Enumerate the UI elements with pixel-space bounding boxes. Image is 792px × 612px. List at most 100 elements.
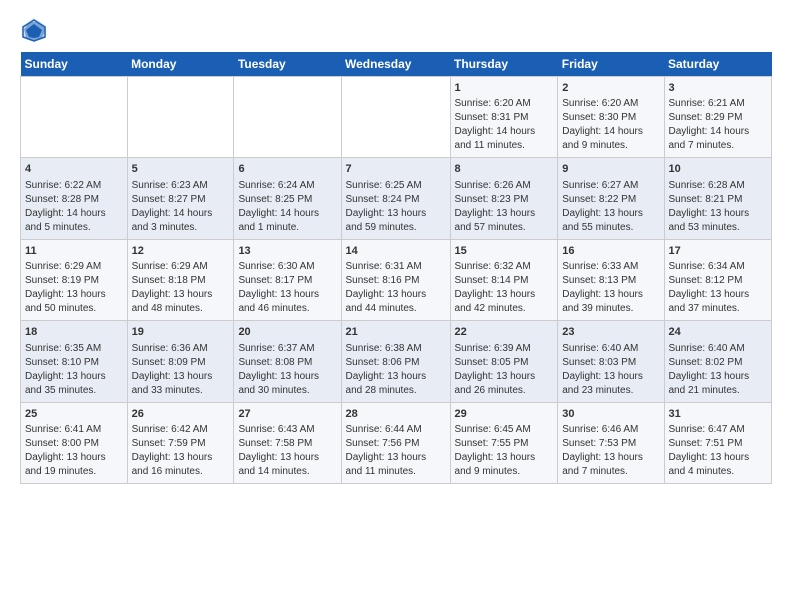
- calendar-cell: 15Sunrise: 6:32 AMSunset: 8:14 PMDayligh…: [450, 239, 558, 320]
- calendar-cell: 17Sunrise: 6:34 AMSunset: 8:12 PMDayligh…: [664, 239, 772, 320]
- calendar-cell: 9Sunrise: 6:27 AMSunset: 8:22 PMDaylight…: [558, 158, 664, 239]
- day-number: 28: [346, 407, 446, 422]
- day-number: 4: [25, 162, 123, 177]
- day-info: Sunrise: 6:28 AM: [669, 179, 768, 193]
- day-number: 29: [455, 407, 554, 422]
- day-number: 3: [669, 81, 768, 96]
- day-info: Sunrise: 6:37 AM: [238, 342, 336, 356]
- day-number: 13: [238, 244, 336, 259]
- day-number: 22: [455, 325, 554, 340]
- day-info: Sunset: 8:12 PM: [669, 274, 768, 288]
- day-info: Sunrise: 6:20 AM: [455, 97, 554, 111]
- day-info: Sunrise: 6:21 AM: [669, 97, 768, 111]
- calendar-cell: 10Sunrise: 6:28 AMSunset: 8:21 PMDayligh…: [664, 158, 772, 239]
- day-number: 2: [562, 81, 659, 96]
- calendar-cell: 21Sunrise: 6:38 AMSunset: 8:06 PMDayligh…: [341, 321, 450, 402]
- calendar-cell: 3Sunrise: 6:21 AMSunset: 8:29 PMDaylight…: [664, 77, 772, 158]
- header-day-wednesday: Wednesday: [341, 52, 450, 77]
- day-info: Daylight: 13 hours and 44 minutes.: [346, 288, 446, 316]
- day-info: Sunset: 7:55 PM: [455, 437, 554, 451]
- day-number: 12: [132, 244, 230, 259]
- day-info: Daylight: 13 hours and 59 minutes.: [346, 207, 446, 235]
- day-info: Sunset: 8:24 PM: [346, 193, 446, 207]
- day-info: Daylight: 13 hours and 42 minutes.: [455, 288, 554, 316]
- day-info: Sunset: 8:09 PM: [132, 356, 230, 370]
- day-info: Sunset: 8:13 PM: [562, 274, 659, 288]
- day-number: 6: [238, 162, 336, 177]
- calendar-cell: 14Sunrise: 6:31 AMSunset: 8:16 PMDayligh…: [341, 239, 450, 320]
- calendar-cell: 23Sunrise: 6:40 AMSunset: 8:03 PMDayligh…: [558, 321, 664, 402]
- calendar-cell: 30Sunrise: 6:46 AMSunset: 7:53 PMDayligh…: [558, 402, 664, 483]
- day-info: Daylight: 13 hours and 48 minutes.: [132, 288, 230, 316]
- logo-icon: [20, 16, 48, 44]
- day-info: Sunset: 8:16 PM: [346, 274, 446, 288]
- calendar-cell: [341, 77, 450, 158]
- day-info: Daylight: 13 hours and 53 minutes.: [669, 207, 768, 235]
- day-info: Sunset: 8:28 PM: [25, 193, 123, 207]
- day-number: 27: [238, 407, 336, 422]
- day-info: Sunrise: 6:46 AM: [562, 423, 659, 437]
- day-number: 10: [669, 162, 768, 177]
- day-info: Sunset: 7:51 PM: [669, 437, 768, 451]
- day-info: Daylight: 13 hours and 9 minutes.: [455, 451, 554, 479]
- week-row-5: 25Sunrise: 6:41 AMSunset: 8:00 PMDayligh…: [21, 402, 772, 483]
- calendar-cell: 7Sunrise: 6:25 AMSunset: 8:24 PMDaylight…: [341, 158, 450, 239]
- week-row-1: 1Sunrise: 6:20 AMSunset: 8:31 PMDaylight…: [21, 77, 772, 158]
- calendar-cell: 16Sunrise: 6:33 AMSunset: 8:13 PMDayligh…: [558, 239, 664, 320]
- calendar-cell: [127, 77, 234, 158]
- day-info: Daylight: 13 hours and 23 minutes.: [562, 370, 659, 398]
- day-info: Daylight: 14 hours and 11 minutes.: [455, 125, 554, 153]
- day-info: Daylight: 13 hours and 33 minutes.: [132, 370, 230, 398]
- day-info: Sunrise: 6:38 AM: [346, 342, 446, 356]
- day-info: Sunrise: 6:26 AM: [455, 179, 554, 193]
- day-info: Daylight: 13 hours and 11 minutes.: [346, 451, 446, 479]
- day-info: Sunrise: 6:23 AM: [132, 179, 230, 193]
- day-info: Daylight: 13 hours and 19 minutes.: [25, 451, 123, 479]
- day-number: 20: [238, 325, 336, 340]
- day-info: Sunset: 7:58 PM: [238, 437, 336, 451]
- day-info: Daylight: 13 hours and 37 minutes.: [669, 288, 768, 316]
- day-number: 21: [346, 325, 446, 340]
- day-number: 8: [455, 162, 554, 177]
- day-number: 9: [562, 162, 659, 177]
- calendar-cell: 12Sunrise: 6:29 AMSunset: 8:18 PMDayligh…: [127, 239, 234, 320]
- day-info: Daylight: 13 hours and 21 minutes.: [669, 370, 768, 398]
- calendar-cell: 31Sunrise: 6:47 AMSunset: 7:51 PMDayligh…: [664, 402, 772, 483]
- header: [20, 16, 772, 44]
- day-info: Daylight: 13 hours and 35 minutes.: [25, 370, 123, 398]
- calendar-cell: 8Sunrise: 6:26 AMSunset: 8:23 PMDaylight…: [450, 158, 558, 239]
- calendar-cell: 27Sunrise: 6:43 AMSunset: 7:58 PMDayligh…: [234, 402, 341, 483]
- day-number: 25: [25, 407, 123, 422]
- calendar-cell: 24Sunrise: 6:40 AMSunset: 8:02 PMDayligh…: [664, 321, 772, 402]
- day-info: Daylight: 13 hours and 14 minutes.: [238, 451, 336, 479]
- day-number: 1: [455, 81, 554, 96]
- day-info: Sunset: 8:25 PM: [238, 193, 336, 207]
- day-info: Sunset: 8:10 PM: [25, 356, 123, 370]
- header-day-sunday: Sunday: [21, 52, 128, 77]
- day-info: Daylight: 13 hours and 57 minutes.: [455, 207, 554, 235]
- day-info: Daylight: 13 hours and 28 minutes.: [346, 370, 446, 398]
- day-info: Sunset: 7:53 PM: [562, 437, 659, 451]
- day-info: Sunrise: 6:27 AM: [562, 179, 659, 193]
- header-row: SundayMondayTuesdayWednesdayThursdayFrid…: [21, 52, 772, 77]
- day-info: Sunrise: 6:44 AM: [346, 423, 446, 437]
- day-number: 23: [562, 325, 659, 340]
- day-info: Sunset: 8:30 PM: [562, 111, 659, 125]
- calendar-cell: 11Sunrise: 6:29 AMSunset: 8:19 PMDayligh…: [21, 239, 128, 320]
- calendar-table: SundayMondayTuesdayWednesdayThursdayFrid…: [20, 52, 772, 484]
- day-info: Daylight: 14 hours and 3 minutes.: [132, 207, 230, 235]
- day-info: Sunrise: 6:34 AM: [669, 260, 768, 274]
- day-info: Sunrise: 6:29 AM: [132, 260, 230, 274]
- day-info: Daylight: 13 hours and 7 minutes.: [562, 451, 659, 479]
- day-info: Daylight: 13 hours and 55 minutes.: [562, 207, 659, 235]
- header-day-friday: Friday: [558, 52, 664, 77]
- day-info: Sunrise: 6:43 AM: [238, 423, 336, 437]
- calendar-cell: 5Sunrise: 6:23 AMSunset: 8:27 PMDaylight…: [127, 158, 234, 239]
- calendar-cell: 2Sunrise: 6:20 AMSunset: 8:30 PMDaylight…: [558, 77, 664, 158]
- day-info: Daylight: 13 hours and 39 minutes.: [562, 288, 659, 316]
- logo: [20, 16, 52, 44]
- day-info: Sunrise: 6:31 AM: [346, 260, 446, 274]
- day-info: Sunrise: 6:36 AM: [132, 342, 230, 356]
- calendar-cell: 6Sunrise: 6:24 AMSunset: 8:25 PMDaylight…: [234, 158, 341, 239]
- day-info: Sunrise: 6:22 AM: [25, 179, 123, 193]
